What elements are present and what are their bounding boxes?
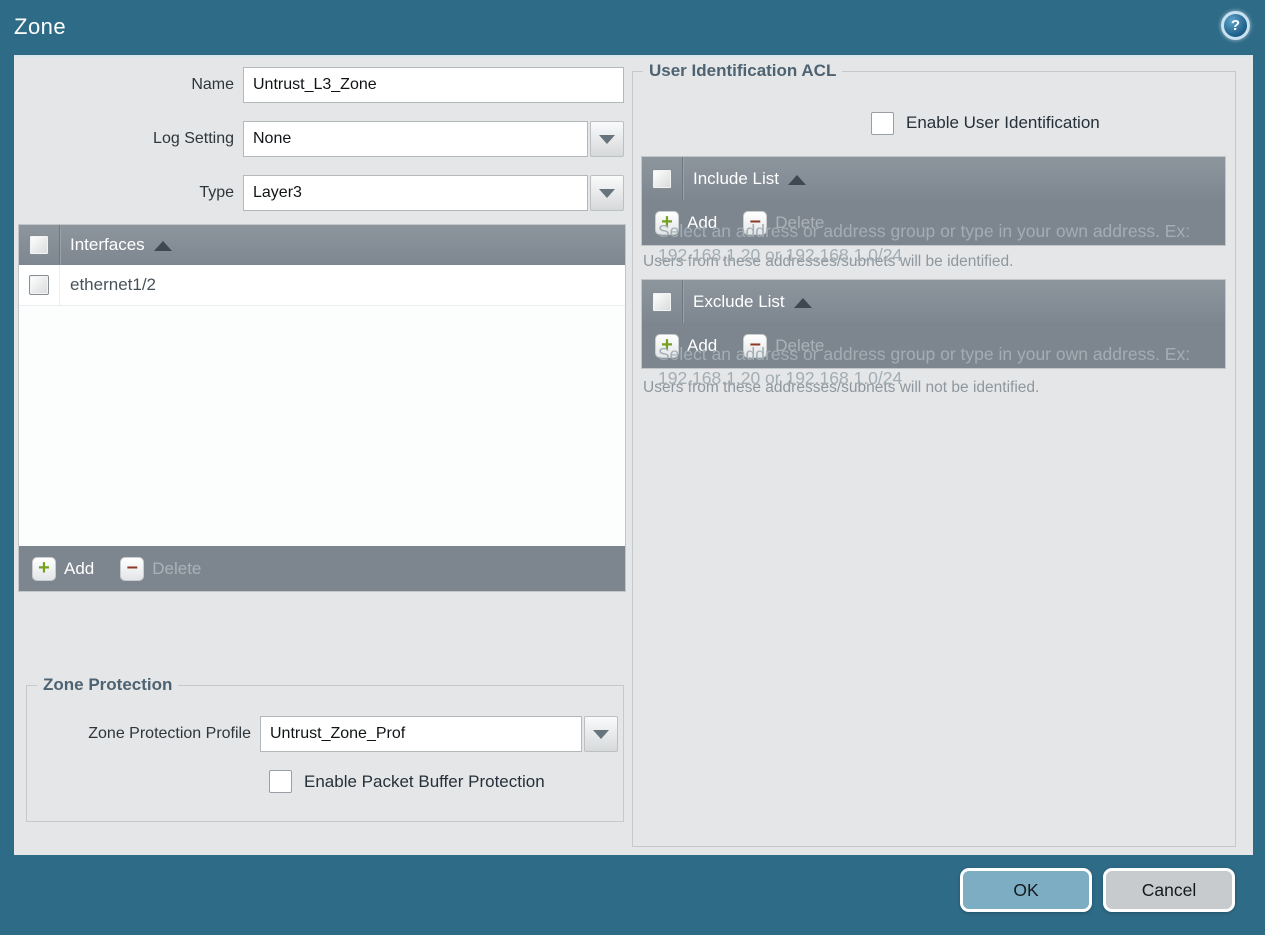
exclude-select-all-checkbox[interactable] bbox=[652, 291, 672, 312]
type-label: Type bbox=[199, 184, 234, 201]
exclude-header-checkbox-col bbox=[642, 280, 683, 323]
delete-minus-icon: – bbox=[120, 555, 145, 581]
include-select-all-checkbox[interactable] bbox=[652, 168, 672, 189]
interfaces-column-label: Interfaces bbox=[70, 235, 145, 254]
type-dropdown-button[interactable] bbox=[590, 175, 624, 211]
exclude-list-header: Exclude List bbox=[642, 280, 1225, 323]
chevron-down-icon bbox=[593, 729, 609, 739]
interfaces-select-all-checkbox[interactable] bbox=[29, 235, 49, 255]
add-plus-icon: + bbox=[32, 556, 56, 581]
dialog-title: Zone bbox=[14, 14, 67, 39]
zone-dialog-screen: Zone ? Name Log Setting Type bbox=[0, 0, 1265, 935]
log-setting-dropdown-button[interactable] bbox=[590, 121, 624, 157]
dialog-body: Name Log Setting Type bbox=[14, 55, 1253, 855]
minus-glyph: – bbox=[126, 555, 138, 578]
delete-button[interactable]: – Delete bbox=[120, 555, 202, 581]
interfaces-table-body: ethernet1/2 bbox=[19, 265, 625, 546]
chevron-down-icon bbox=[599, 188, 615, 198]
enable-user-identification-label: Enable User Identification bbox=[906, 113, 1100, 132]
include-list-label: Include List bbox=[693, 168, 779, 188]
include-list-header: Include List bbox=[642, 157, 1225, 200]
table-row[interactable]: ethernet1/2 bbox=[19, 265, 625, 306]
zone-protection-profile-input[interactable] bbox=[260, 716, 582, 752]
row-checkbox[interactable] bbox=[29, 275, 49, 295]
log-setting-input[interactable] bbox=[243, 121, 588, 157]
exclude-list-label: Exclude List bbox=[693, 291, 785, 311]
zone-protection-legend: Zone Protection bbox=[37, 675, 179, 695]
enable-packet-buffer-checkbox[interactable] bbox=[269, 770, 292, 793]
interfaces-header-checkbox-col bbox=[19, 225, 60, 265]
interfaces-column-header[interactable]: Interfaces bbox=[60, 225, 172, 265]
add-button-label: Add bbox=[64, 558, 95, 578]
log-setting-row: Log Setting bbox=[14, 121, 626, 157]
type-row: Type bbox=[14, 175, 626, 211]
zone-protection-profile-row: Zone Protection Profile bbox=[27, 716, 623, 752]
sort-ascending-icon bbox=[793, 297, 812, 308]
exclude-list-table: Exclude List Select an address or addres… bbox=[641, 279, 1226, 388]
enable-user-identification-checkbox[interactable] bbox=[871, 111, 894, 135]
chevron-down-icon bbox=[599, 134, 615, 144]
name-input[interactable] bbox=[243, 67, 624, 103]
sort-ascending-icon bbox=[153, 241, 172, 251]
zone-protection-profile-label: Zone Protection Profile bbox=[88, 725, 251, 742]
type-input[interactable] bbox=[243, 175, 588, 211]
interfaces-table: Interfaces ethernet1/2 + Add – Delete bbox=[18, 224, 626, 592]
packet-buffer-label: Enable Packet Buffer Protection bbox=[304, 771, 545, 791]
include-list-column-header[interactable]: Include List bbox=[683, 157, 806, 200]
plus-glyph: + bbox=[38, 556, 50, 579]
interfaces-table-footer: + Add – Delete bbox=[19, 546, 625, 591]
interfaces-table-header: Interfaces bbox=[19, 225, 625, 265]
packet-buffer-row: Enable Packet Buffer Protection bbox=[269, 770, 545, 793]
dialog-titlebar: Zone ? bbox=[0, 0, 1265, 55]
user-identification-acl-legend: User Identification ACL bbox=[643, 61, 843, 81]
log-setting-label: Log Setting bbox=[153, 130, 234, 147]
include-list-table: Include List Select an address or addres… bbox=[641, 156, 1226, 265]
interface-name: ethernet1/2 bbox=[70, 275, 157, 294]
row-checkbox-col bbox=[19, 265, 60, 305]
sort-ascending-icon bbox=[788, 174, 806, 185]
zone-protection-section: Zone Protection Zone Protection Profile … bbox=[26, 675, 624, 822]
zone-protection-profile-dropdown-button[interactable] bbox=[584, 716, 618, 752]
help-icon-glyph: ? bbox=[1230, 17, 1241, 34]
zone-form: Name Log Setting Type bbox=[14, 67, 626, 229]
exclude-list-column-header[interactable]: Exclude List bbox=[683, 280, 812, 323]
delete-button-label: Delete bbox=[152, 558, 202, 578]
include-list-placeholder: Select an address or address group or ty… bbox=[658, 221, 1191, 265]
help-icon[interactable]: ? bbox=[1221, 11, 1250, 40]
include-header-checkbox-col bbox=[642, 157, 683, 200]
name-label: Name bbox=[191, 76, 234, 93]
user-identification-acl-section: User Identification ACL Enable User Iden… bbox=[632, 61, 1236, 847]
enable-user-identification-row: Enable User Identification bbox=[871, 110, 1225, 136]
cancel-button[interactable]: Cancel bbox=[1103, 868, 1235, 912]
name-row: Name bbox=[14, 67, 626, 103]
ok-button[interactable]: OK bbox=[960, 868, 1092, 912]
exclude-list-placeholder: Select an address or address group or ty… bbox=[658, 344, 1191, 388]
add-button[interactable]: + Add bbox=[32, 556, 95, 581]
